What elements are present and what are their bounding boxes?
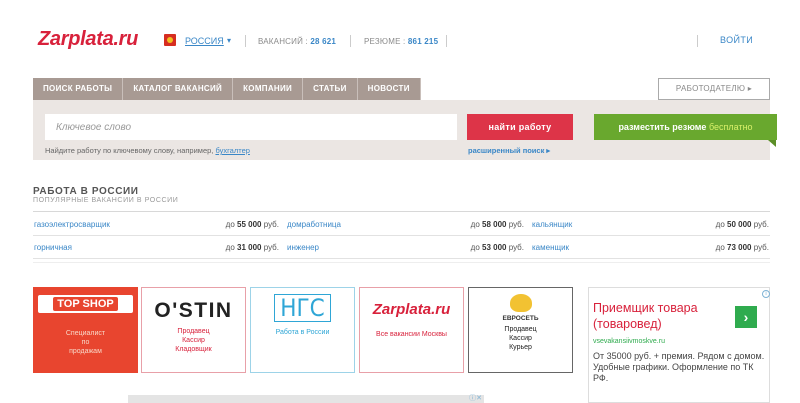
vacancy-item: газоэлектросварщик до 55 000 руб. [33,213,279,235]
login-link[interactable]: ВОЙТИ [720,35,753,45]
vacancy-salary: до 73 000 руб. [715,242,769,252]
ad-url[interactable]: vsevakansiivmoskve.ru [593,338,665,345]
evroset-mascot-icon [509,294,532,312]
search-hint-example-link[interactable]: бухгалтер [215,146,249,155]
vacancy-link[interactable]: горничная [34,243,72,252]
banner-evroset[interactable]: ЕВРОСЕТЬ Продавец Кассир Курьер [468,287,573,373]
chevron-right-icon[interactable]: › [735,306,757,328]
find-job-button[interactable]: найти работу [467,114,573,140]
vacancy-item: домработница до 58 000 руб. [286,213,524,235]
post-resume-label: разместить резюме [618,122,707,132]
chevron-down-icon[interactable]: ▾ [227,36,231,45]
employer-button[interactable]: РАБОТОДАТЕЛЮ ▸ [658,78,770,100]
search-hint: Найдите работу по ключевому слову, напри… [45,146,250,155]
nav-item-vacancy-catalog[interactable]: КАТАЛОГ ВАКАНСИЙ [123,78,234,100]
divider [33,211,770,212]
nav-item-articles[interactable]: СТАТЬИ [303,78,358,100]
banner-text: Специалист по продажам [65,330,106,355]
divider [245,35,246,47]
ostin-logo: O'STIN [154,299,233,322]
table-row: горничная до 31 000 руб. инженер до 53 0… [33,236,770,259]
banner-text: Продавец Кассир Курьер [504,326,537,351]
vacancies-label: ВАКАНСИЙ : [258,37,308,46]
banner-topshop[interactable]: TOP SHOP Специалист по продажам [33,287,138,373]
vacancy-salary: до 50 000 руб. [715,219,769,229]
main-nav: ПОИСК РАБОТЫ КАТАЛОГ ВАКАНСИЙ КОМПАНИИ С… [33,78,421,100]
banner-zarplata[interactable]: Zarplata.ru Все вакансии Москвы [359,287,464,373]
ad-title[interactable]: Приемщик товара (товаровед) [593,300,733,332]
section-title: РАБОТА В РОССИИ [33,186,139,197]
popular-vacancies-grid: газоэлектросварщик до 55 000 руб. домраб… [33,213,770,259]
post-resume-button[interactable]: разместить резюме бесплатно [594,114,777,140]
resumes-stat: РЕЗЮМЕ : 861 215 [364,37,438,46]
banner-text: Работа в России [275,329,330,336]
vacancy-item: кальянщик до 50 000 руб. [531,213,769,235]
russia-flag-icon [164,34,176,46]
search-panel: найти работу разместить резюме бесплатно… [33,100,777,160]
vacancy-salary: до 53 000 руб. [470,242,524,252]
ngs-logo: НГС [274,294,331,322]
nav-item-companies[interactable]: КОМПАНИИ [233,78,304,100]
top-bar: Zarplata.ru РОССИЯ ▾ ВАКАНСИЙ : 28 621 Р… [0,0,800,70]
sponsored-ad[interactable]: Приемщик товара (товаровед) › vsevakansi… [588,287,770,403]
resumes-label: РЕЗЮМЕ : [364,37,406,46]
keyword-search-input[interactable] [45,114,457,140]
banner-text: Все вакансии Москвы [376,331,447,338]
vacancy-salary: до 31 000 руб. [225,242,279,252]
vacancy-item: горничная до 31 000 руб. [33,236,279,258]
vacancies-count[interactable]: 28 621 [310,37,336,46]
divider [446,35,447,47]
adchoices-close-icon[interactable]: ⓘ✕ [469,395,482,403]
nav-item-job-search[interactable]: ПОИСК РАБОТЫ [33,78,124,100]
ribbon-fold [768,140,776,147]
advanced-search-link[interactable]: расширенный поиск ▸ [468,146,550,155]
vacancy-item: инженер до 53 000 руб. [286,236,524,258]
section-subtitle: ПОПУЛЯРНЫЕ ВАКАНСИИ В РОССИИ [33,197,179,204]
table-row: газоэлектросварщик до 55 000 руб. домраб… [33,213,770,236]
evroset-logo: ЕВРОСЕТЬ [502,315,539,322]
nav-item-news[interactable]: НОВОСТИ [357,78,421,100]
region-selector[interactable]: РОССИЯ [185,36,224,46]
banner-text: Продавец Кассир Кладовщик [175,328,212,353]
vacancy-link[interactable]: газоэлектросварщик [34,220,110,229]
vacancies-stat: ВАКАНСИЙ : 28 621 [258,37,336,46]
banner-ngs[interactable]: НГС Работа в России [250,287,355,373]
vacancy-link[interactable]: домработница [287,220,341,229]
free-label: бесплатно [708,122,753,132]
resumes-count[interactable]: 861 215 [408,37,438,46]
vacancy-link[interactable]: каменщик [532,243,569,252]
divider [33,262,770,263]
search-hint-text: Найдите работу по ключевому слову, напри… [45,146,214,155]
vacancy-item: каменщик до 73 000 руб. [531,236,769,258]
vacancy-salary: до 55 000 руб. [225,219,279,229]
topshop-logo: TOP SHOP [38,295,133,313]
ad-body: От 35000 руб. + премия. Рядом с домом. У… [593,351,765,383]
adchoices-icon[interactable]: i [762,290,770,298]
bottom-ad-strip[interactable]: ⓘ✕ [128,395,484,403]
banner-ostin[interactable]: O'STIN Продавец Кассир Кладовщик [141,287,246,373]
divider [697,35,698,47]
vacancy-link[interactable]: кальянщик [532,220,572,229]
site-logo[interactable]: Zarplata.ru [38,28,138,51]
vacancy-salary: до 58 000 руб. [470,219,524,229]
vacancy-link[interactable]: инженер [287,243,319,252]
zarplata-logo: Zarplata.ru [372,301,451,318]
divider [350,35,351,47]
